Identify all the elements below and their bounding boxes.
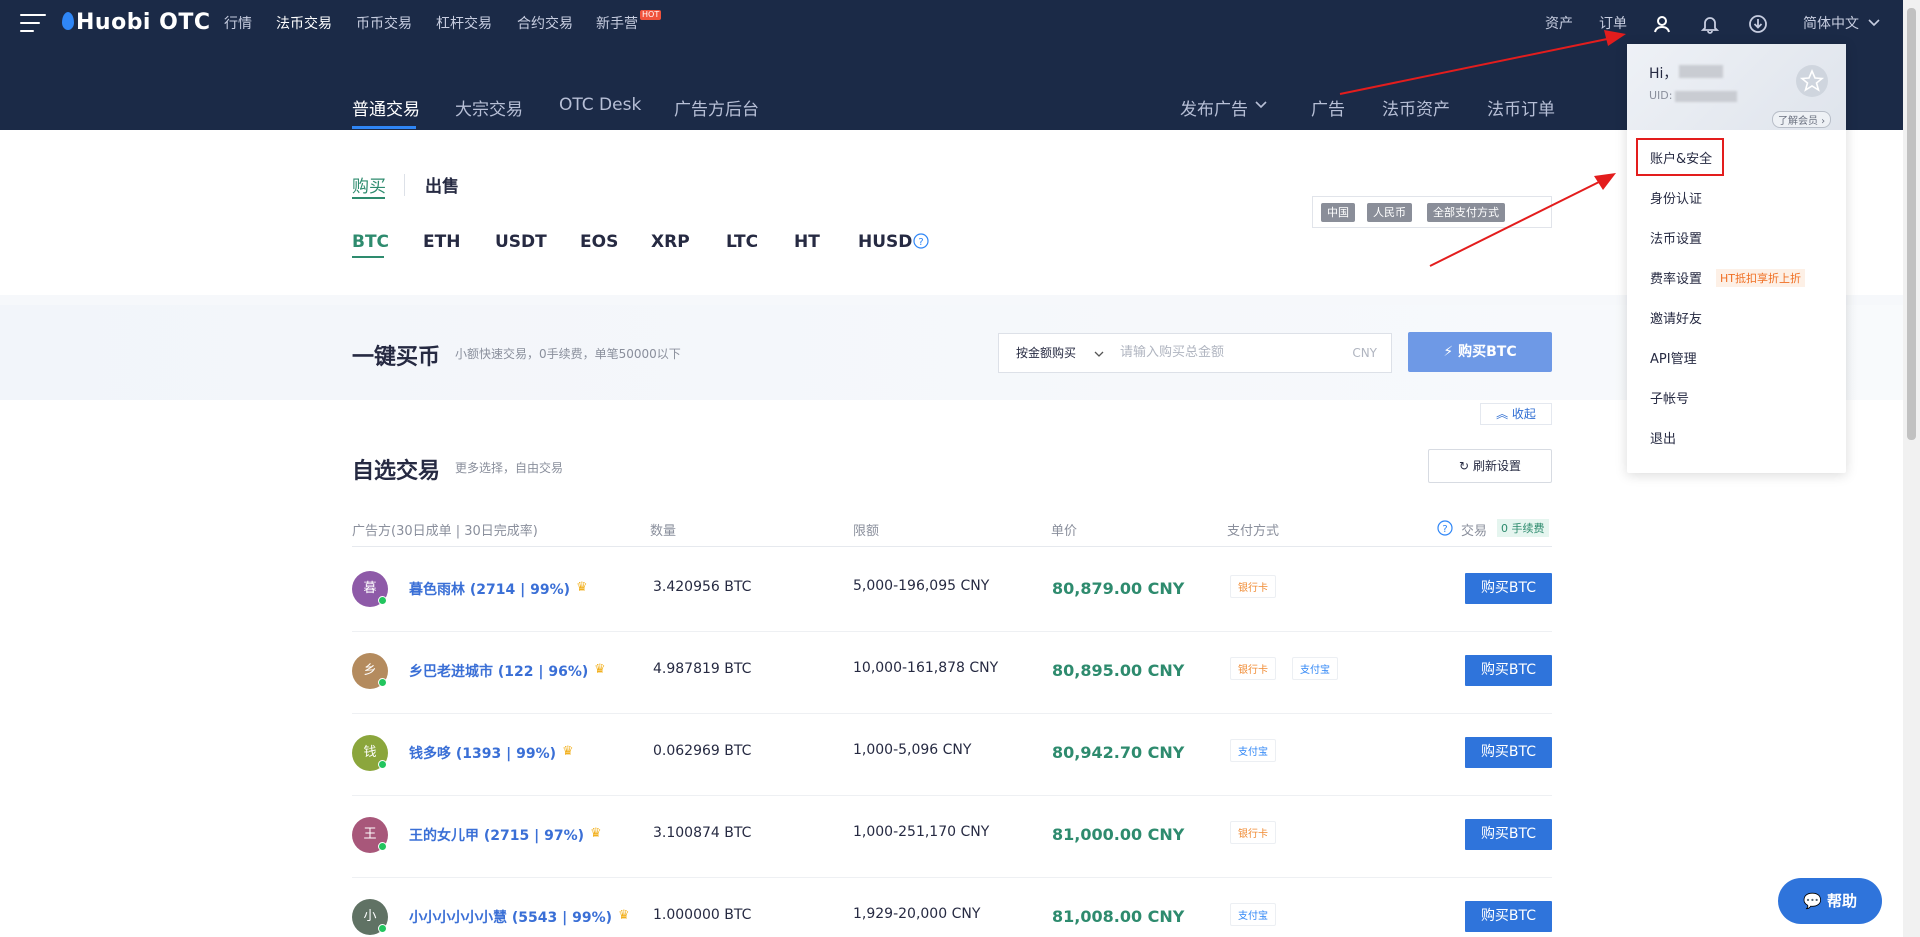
annotation-arrows [1339, 30, 1626, 267]
help-button[interactable]: 💬 帮助 [1778, 878, 1882, 924]
scrollbar-thumb[interactable] [1907, 8, 1916, 440]
chat-icon: 💬 [1803, 892, 1822, 910]
